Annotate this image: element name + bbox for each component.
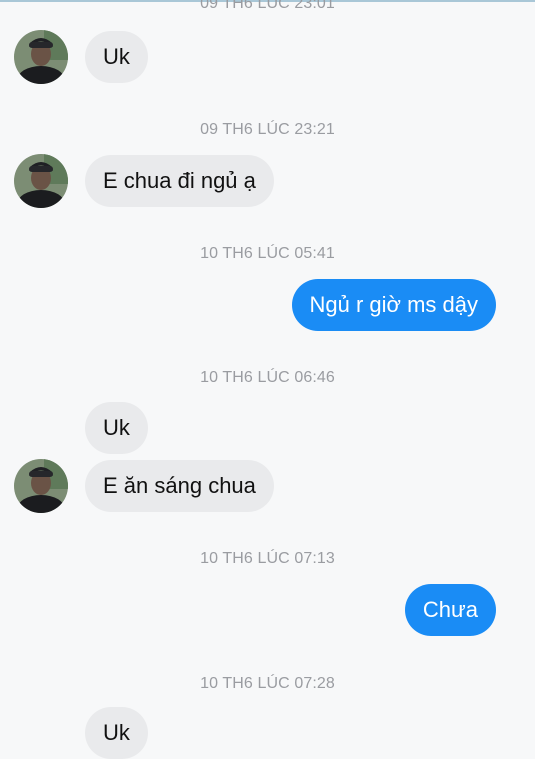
- timestamp: 10 TH6 LÚC 07:13: [200, 550, 335, 567]
- incoming-message-bubble[interactable]: E ăn sáng chua: [85, 460, 274, 512]
- timestamp: 10 TH6 LÚC 07:28: [200, 675, 335, 692]
- timestamp: 10 TH6 LÚC 05:41: [200, 245, 335, 262]
- contact-avatar-icon[interactable]: [14, 30, 68, 84]
- timestamp: 09 TH6 LÚC 23:21: [200, 121, 335, 138]
- incoming-message-bubble[interactable]: Uk: [85, 707, 148, 759]
- incoming-message-bubble[interactable]: E chua đi ngủ ạ: [85, 155, 274, 207]
- incoming-message-bubble[interactable]: Uk: [85, 31, 148, 83]
- timestamp: 10 TH6 LÚC 06:46: [200, 369, 335, 386]
- incoming-message-bubble[interactable]: Uk: [85, 402, 148, 454]
- contact-avatar-icon[interactable]: [14, 154, 68, 208]
- timestamp: 09 TH6 LÚC 23:01: [200, 0, 335, 12]
- contact-avatar-icon[interactable]: [14, 459, 68, 513]
- outgoing-message-bubble[interactable]: Chưa: [404, 584, 496, 636]
- outgoing-message-bubble[interactable]: Ngủ r giờ ms dậy: [291, 279, 496, 331]
